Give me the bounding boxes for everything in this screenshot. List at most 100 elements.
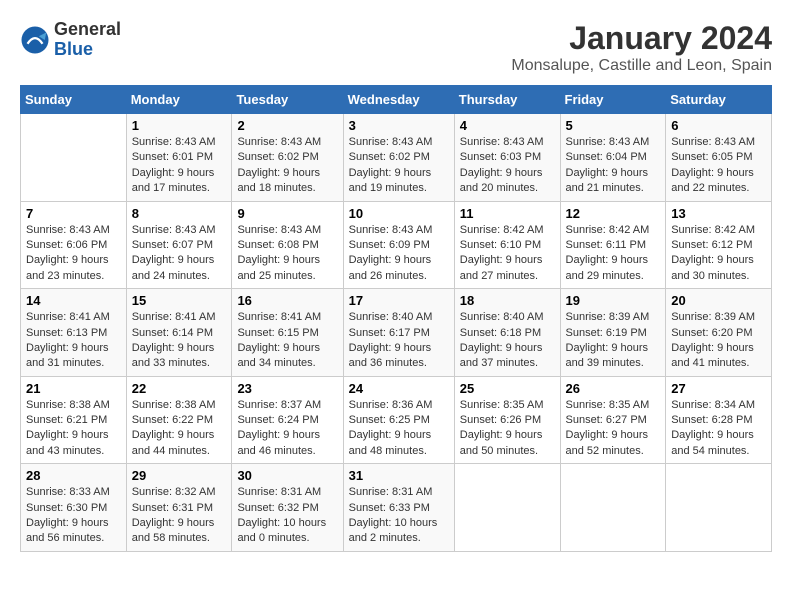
day-info: Sunrise: 8:38 AM Sunset: 6:21 PM Dayligh… [26,398,121,460]
calendar-cell: 2 Sunrise: 8:43 AM Sunset: 6:02 PM Daylig… [232,114,343,202]
day-info: Sunrise: 8:41 AM Sunset: 6:15 PM Dayligh… [237,310,337,372]
calendar-cell [21,114,127,202]
day-info: Sunrise: 8:38 AM Sunset: 6:22 PM Dayligh… [132,398,227,460]
day-number: 12 [566,206,661,221]
day-info: Sunrise: 8:43 AM Sunset: 6:07 PM Dayligh… [132,223,227,285]
calendar-cell: 18 Sunrise: 8:40 AM Sunset: 6:18 PM Dayli… [454,289,560,377]
calendar-cell: 28 Sunrise: 8:33 AM Sunset: 6:30 PM Dayli… [21,464,127,552]
day-number: 8 [132,206,227,221]
day-info: Sunrise: 8:43 AM Sunset: 6:02 PM Dayligh… [237,135,337,197]
title-area: January 2024 Monsalupe, Castille and Leo… [511,20,772,75]
day-number: 16 [237,293,337,308]
weekday-header-row: SundayMondayTuesdayWednesdayThursdayFrid… [21,86,772,114]
logo-general: General [54,20,121,40]
day-info: Sunrise: 8:41 AM Sunset: 6:14 PM Dayligh… [132,310,227,372]
logo: General Blue [20,20,121,60]
calendar-cell: 19 Sunrise: 8:39 AM Sunset: 6:19 PM Dayli… [560,289,666,377]
day-number: 31 [349,468,449,483]
weekday-header-sunday: Sunday [21,86,127,114]
day-info: Sunrise: 8:40 AM Sunset: 6:17 PM Dayligh… [349,310,449,372]
day-number: 26 [566,381,661,396]
calendar-cell: 30 Sunrise: 8:31 AM Sunset: 6:32 PM Dayli… [232,464,343,552]
day-number: 24 [349,381,449,396]
day-number: 13 [671,206,766,221]
day-info: Sunrise: 8:37 AM Sunset: 6:24 PM Dayligh… [237,398,337,460]
day-info: Sunrise: 8:40 AM Sunset: 6:18 PM Dayligh… [460,310,555,372]
calendar-cell: 23 Sunrise: 8:37 AM Sunset: 6:24 PM Dayli… [232,376,343,464]
subtitle: Monsalupe, Castille and Leon, Spain [511,57,772,75]
calendar-cell: 20 Sunrise: 8:39 AM Sunset: 6:20 PM Dayli… [666,289,772,377]
day-info: Sunrise: 8:39 AM Sunset: 6:19 PM Dayligh… [566,310,661,372]
logo-icon [20,25,50,55]
day-info: Sunrise: 8:35 AM Sunset: 6:26 PM Dayligh… [460,398,555,460]
calendar-cell: 15 Sunrise: 8:41 AM Sunset: 6:14 PM Dayli… [126,289,232,377]
calendar-cell: 8 Sunrise: 8:43 AM Sunset: 6:07 PM Daylig… [126,201,232,289]
day-info: Sunrise: 8:42 AM Sunset: 6:12 PM Dayligh… [671,223,766,285]
calendar-cell: 9 Sunrise: 8:43 AM Sunset: 6:08 PM Daylig… [232,201,343,289]
weekday-header-saturday: Saturday [666,86,772,114]
calendar-cell: 7Sunrise: 8:43 AM Sunset: 6:06 PM Daylig… [21,201,127,289]
calendar-cell: 13 Sunrise: 8:42 AM Sunset: 6:12 PM Dayli… [666,201,772,289]
calendar-week-row: 7Sunrise: 8:43 AM Sunset: 6:06 PM Daylig… [21,201,772,289]
weekday-header-monday: Monday [126,86,232,114]
day-info: Sunrise: 8:41 AM Sunset: 6:13 PM Dayligh… [26,310,121,372]
calendar-table: SundayMondayTuesdayWednesdayThursdayFrid… [20,85,772,552]
day-info: Sunrise: 8:36 AM Sunset: 6:25 PM Dayligh… [349,398,449,460]
calendar-cell: 29 Sunrise: 8:32 AM Sunset: 6:31 PM Dayli… [126,464,232,552]
calendar-cell: 26Sunrise: 8:35 AM Sunset: 6:27 PM Dayli… [560,376,666,464]
day-number: 1 [132,118,227,133]
calendar-week-row: 1 Sunrise: 8:43 AM Sunset: 6:01 PM Daylig… [21,114,772,202]
day-info: Sunrise: 8:39 AM Sunset: 6:20 PM Dayligh… [671,310,766,372]
day-info: Sunrise: 8:33 AM Sunset: 6:30 PM Dayligh… [26,485,121,547]
day-number: 9 [237,206,337,221]
day-info: Sunrise: 8:43 AM Sunset: 6:02 PM Dayligh… [349,135,449,197]
weekday-header-thursday: Thursday [454,86,560,114]
calendar-cell: 5 Sunrise: 8:43 AM Sunset: 6:04 PM Daylig… [560,114,666,202]
calendar-week-row: 21 Sunrise: 8:38 AM Sunset: 6:21 PM Dayli… [21,376,772,464]
logo-text: General Blue [54,20,121,60]
calendar-cell: 11Sunrise: 8:42 AM Sunset: 6:10 PM Dayli… [454,201,560,289]
calendar-cell: 4Sunrise: 8:43 AM Sunset: 6:03 PM Daylig… [454,114,560,202]
day-number: 28 [26,468,121,483]
day-number: 6 [671,118,766,133]
day-number: 2 [237,118,337,133]
calendar-cell: 16 Sunrise: 8:41 AM Sunset: 6:15 PM Dayli… [232,289,343,377]
day-info: Sunrise: 8:32 AM Sunset: 6:31 PM Dayligh… [132,485,227,547]
calendar-cell: 10 Sunrise: 8:43 AM Sunset: 6:09 PM Dayli… [343,201,454,289]
calendar-cell: 14Sunrise: 8:41 AM Sunset: 6:13 PM Dayli… [21,289,127,377]
day-number: 18 [460,293,555,308]
day-info: Sunrise: 8:43 AM Sunset: 6:04 PM Dayligh… [566,135,661,197]
day-number: 3 [349,118,449,133]
weekday-header-friday: Friday [560,86,666,114]
calendar-cell: 27 Sunrise: 8:34 AM Sunset: 6:28 PM Dayli… [666,376,772,464]
calendar-cell: 6Sunrise: 8:43 AM Sunset: 6:05 PM Daylig… [666,114,772,202]
calendar-cell: 24 Sunrise: 8:36 AM Sunset: 6:25 PM Dayli… [343,376,454,464]
calendar-cell [666,464,772,552]
day-number: 10 [349,206,449,221]
day-number: 22 [132,381,227,396]
day-number: 19 [566,293,661,308]
calendar-cell: 21 Sunrise: 8:38 AM Sunset: 6:21 PM Dayli… [21,376,127,464]
day-info: Sunrise: 8:43 AM Sunset: 6:01 PM Dayligh… [132,135,227,197]
calendar-cell: 22 Sunrise: 8:38 AM Sunset: 6:22 PM Dayli… [126,376,232,464]
calendar-week-row: 28 Sunrise: 8:33 AM Sunset: 6:30 PM Dayli… [21,464,772,552]
main-title: January 2024 [511,20,772,57]
day-info: Sunrise: 8:31 AM Sunset: 6:32 PM Dayligh… [237,485,337,547]
weekday-header-wednesday: Wednesday [343,86,454,114]
day-number: 30 [237,468,337,483]
day-info: Sunrise: 8:43 AM Sunset: 6:09 PM Dayligh… [349,223,449,285]
day-number: 15 [132,293,227,308]
day-number: 4 [460,118,555,133]
day-number: 23 [237,381,337,396]
day-number: 20 [671,293,766,308]
day-number: 21 [26,381,121,396]
day-number: 29 [132,468,227,483]
day-number: 5 [566,118,661,133]
day-info: Sunrise: 8:34 AM Sunset: 6:28 PM Dayligh… [671,398,766,460]
day-number: 17 [349,293,449,308]
calendar-cell [454,464,560,552]
day-info: Sunrise: 8:43 AM Sunset: 6:08 PM Dayligh… [237,223,337,285]
day-info: Sunrise: 8:42 AM Sunset: 6:10 PM Dayligh… [460,223,555,285]
day-number: 27 [671,381,766,396]
calendar-cell: 3 Sunrise: 8:43 AM Sunset: 6:02 PM Daylig… [343,114,454,202]
